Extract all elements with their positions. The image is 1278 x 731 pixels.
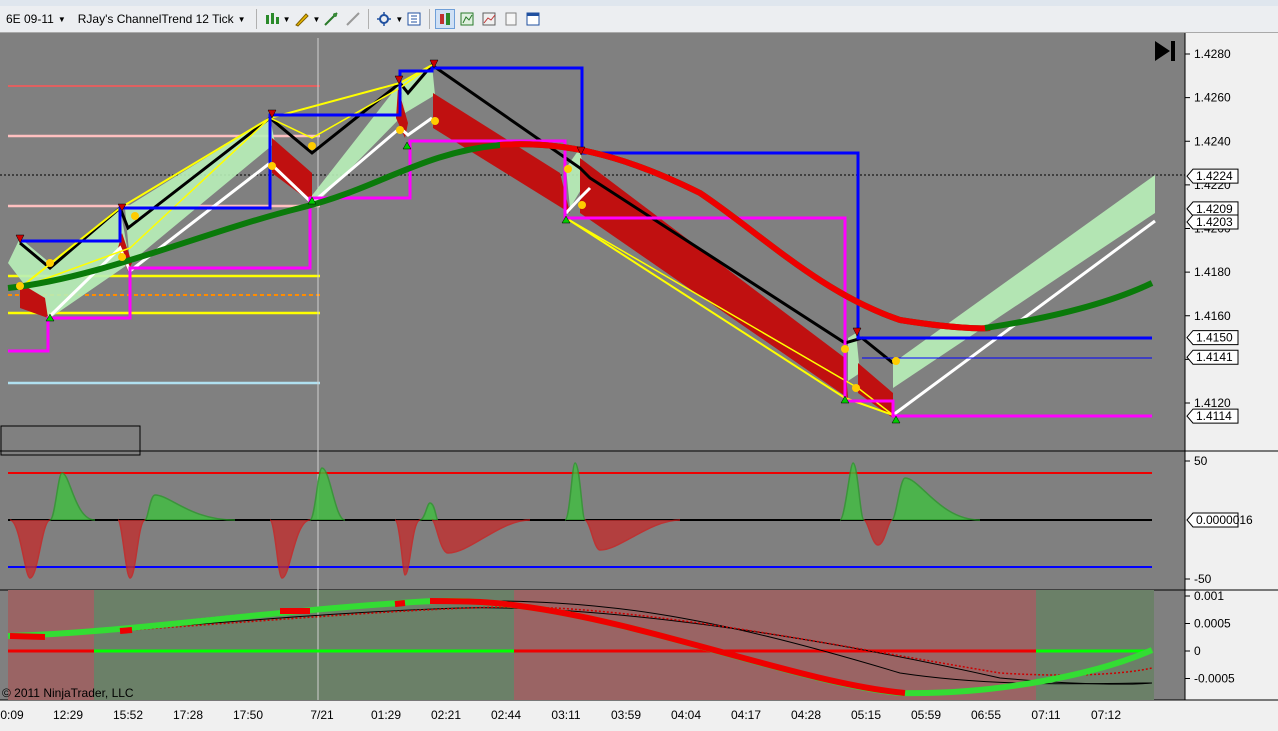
strategies-icon[interactable] (479, 9, 499, 29)
oscillator-box-text: 0.0000016 (1196, 513, 1253, 527)
instrument-label: 6E 09-11 (6, 12, 54, 26)
price-box-text: 1.4203 (1196, 215, 1233, 229)
toolbar-separator (368, 9, 370, 29)
chart-toolbar: 6E 09-11 ▼ RJay's ChannelTrend 12 Tick ▼… (0, 6, 1278, 33)
window-icon[interactable] (501, 9, 521, 29)
time-axis-label: 15:52 (113, 708, 143, 722)
time-axis-label: 7/21 (310, 708, 334, 722)
time-axis-label: 05:15 (851, 708, 881, 722)
chart-type-label: RJay's ChannelTrend 12 Tick (77, 12, 234, 26)
chart-trader-icon[interactable] (523, 9, 543, 29)
price-axis-label: 1.4260 (1194, 91, 1231, 105)
price-axis-label: 1.4240 (1194, 134, 1231, 148)
drawing-tools-icon[interactable] (292, 9, 312, 29)
toolbar-separator (429, 9, 431, 29)
snap-icon[interactable] (343, 9, 363, 29)
oscillator-axis-label: -50 (1194, 572, 1212, 586)
time-axis-label: 0:09 (0, 708, 24, 722)
chart-type-dropdown[interactable]: RJay's ChannelTrend 12 Tick ▼ (72, 8, 252, 30)
price-axis-label: 1.4180 (1194, 265, 1231, 279)
macd-axis-label: 0.0005 (1194, 617, 1231, 631)
price-box-text: 1.4141 (1196, 350, 1233, 364)
time-axis-label: 04:04 (671, 708, 701, 722)
zoom-icon[interactable] (374, 9, 394, 29)
indicators-icon[interactable] (457, 9, 477, 29)
crosshair-icon[interactable] (321, 9, 341, 29)
time-axis-label: 05:59 (911, 708, 941, 722)
bar-type-icon[interactable] (262, 9, 282, 29)
macd-axis-label: -0.0005 (1194, 672, 1235, 686)
price-box: 1.4150 (1186, 330, 1239, 346)
time-axis-label: 02:21 (431, 708, 461, 722)
time-axis-label: 07:12 (1091, 708, 1121, 722)
price-box: 1.4224 (1186, 168, 1239, 184)
copyright-label: © 2011 NinjaTrader, LLC (2, 686, 134, 700)
time-axis-label: 04:28 (791, 708, 821, 722)
price-axis-label: 1.4160 (1194, 309, 1231, 323)
time-axis-label: 12:29 (53, 708, 83, 722)
chevron-down-icon: ▼ (237, 14, 246, 24)
price-box-text: 1.4209 (1196, 202, 1233, 216)
price-axis-label: 1.4120 (1194, 396, 1231, 410)
oscillator-box: 0.0000016 (1186, 512, 1253, 528)
price-box: 1.4114 (1186, 408, 1239, 424)
oscillator-value-box: 0.0000016 (1186, 512, 1253, 528)
time-axis-label: 02:44 (491, 708, 521, 722)
time-axis-label: 07:11 (1031, 708, 1060, 722)
price-axis-label: 1.4280 (1194, 47, 1231, 61)
macd-axis-label: 0 (1194, 644, 1201, 658)
chart-canvas[interactable]: © 2011 NinjaTrader, LLC 1.4280 1.4260 1.42… (0, 33, 1278, 731)
toolbar-separator (255, 9, 257, 29)
price-box-text: 1.4224 (1196, 169, 1233, 183)
time-axis-label: 06:55 (971, 708, 1001, 722)
time-axis-label: 03:59 (611, 708, 641, 722)
time-axis-label: 17:50 (233, 708, 263, 722)
price-box: 1.4203 (1186, 214, 1239, 230)
instrument-dropdown[interactable]: 6E 09-11 ▼ (0, 8, 72, 30)
chart-panel[interactable]: © 2011 NinjaTrader, LLC 1.4280 1.4260 1.42… (0, 33, 1278, 731)
macd-axis-label: 0.001 (1194, 589, 1224, 603)
price-box-text: 1.4114 (1196, 409, 1232, 423)
price-box: 1.4141 (1186, 349, 1239, 365)
price-box: 1.4209 (1186, 201, 1239, 217)
data-box-icon[interactable] (435, 9, 456, 29)
time-axis-label: 17:28 (173, 708, 203, 722)
properties-icon[interactable] (404, 9, 424, 29)
time-axis-label: 01:29 (371, 708, 401, 722)
chevron-down-icon: ▼ (57, 14, 66, 24)
time-axis-label: 04:17 (731, 708, 761, 722)
price-box-text: 1.4150 (1196, 331, 1233, 345)
time-axis-label: 03:11 (551, 708, 580, 722)
oscillator-axis-label: 50 (1194, 454, 1208, 468)
